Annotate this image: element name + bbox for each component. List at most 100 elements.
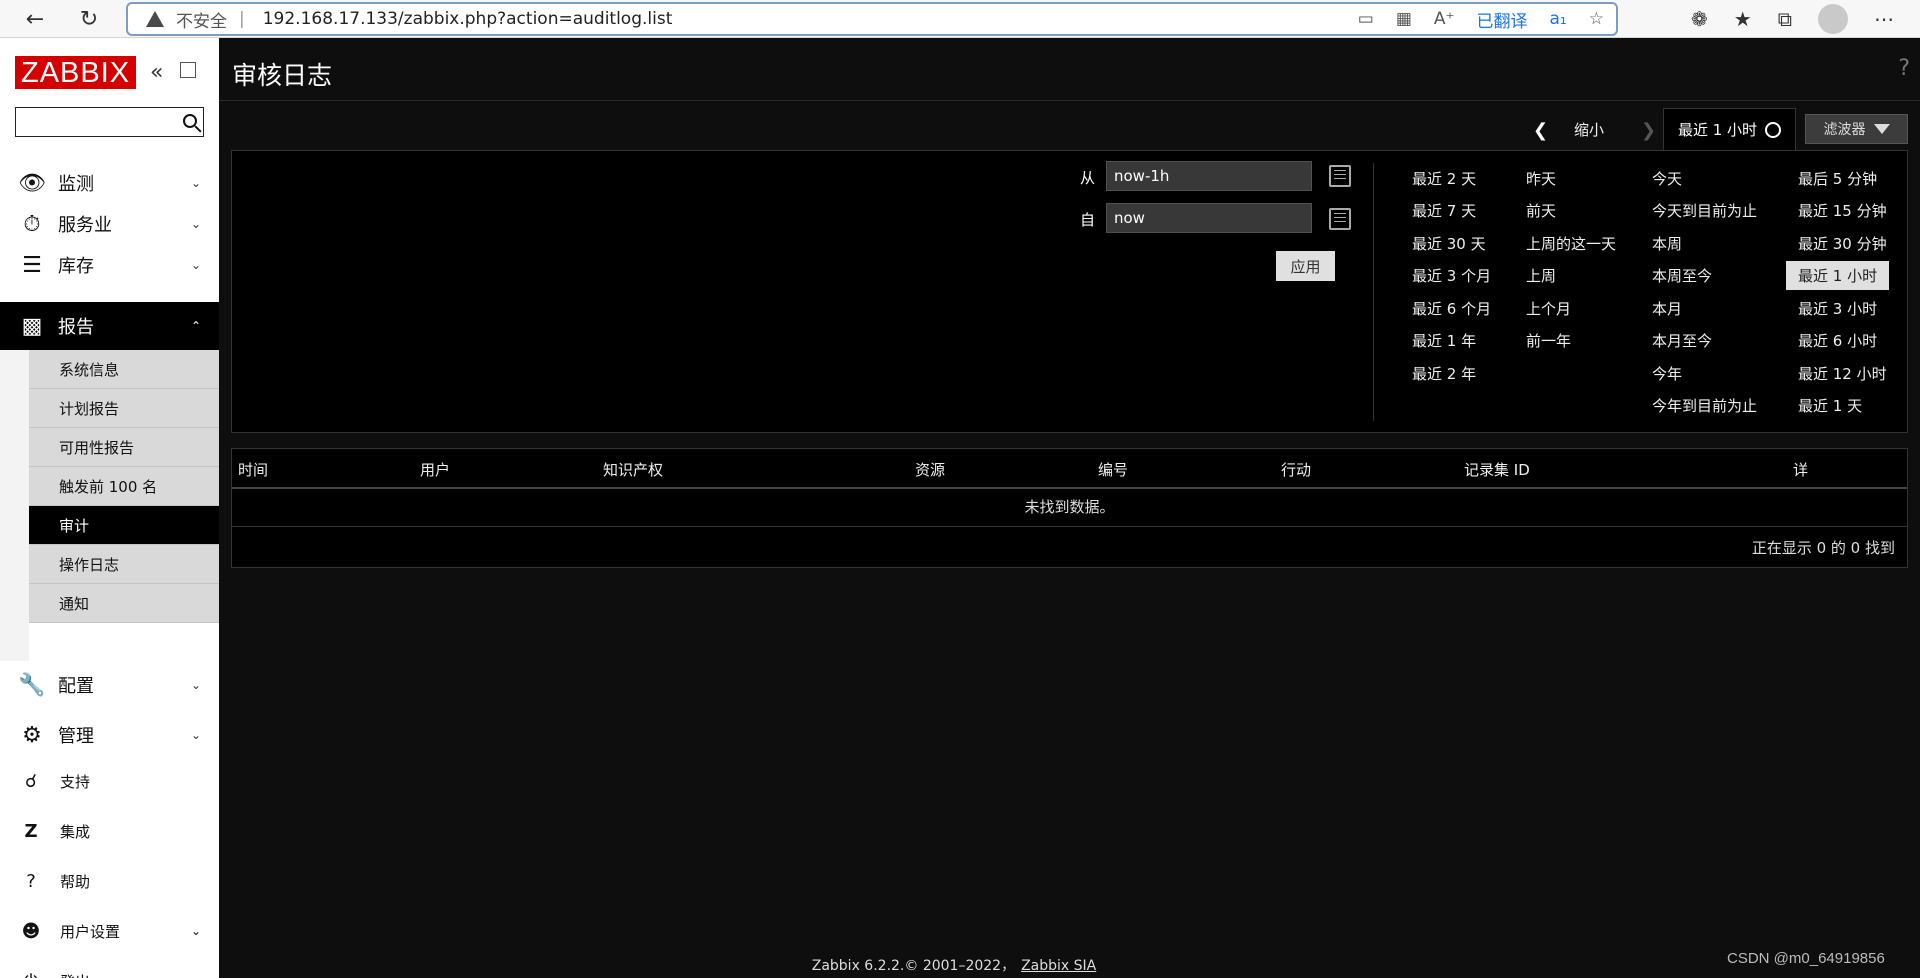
zabbix-logo[interactable]: ZABBIX bbox=[15, 56, 137, 89]
sidebar: ZABBIX « 👁 监测 ⌄ ⏱ 服务业 ⌄ ☰ 库存 ⌄ ▩ 报告 ⌃ 系统… bbox=[0, 38, 219, 978]
filter-tab[interactable]: 滤波器 bbox=[1805, 114, 1908, 144]
calendar-icon[interactable] bbox=[1329, 208, 1351, 230]
menu-inventory[interactable]: ☰ 库存 ⌄ bbox=[0, 241, 219, 289]
menu-administration[interactable]: ⚙ 管理 ⌄ bbox=[0, 711, 219, 759]
menu-label: 库存 bbox=[58, 256, 94, 277]
submenu-scheduled-reports[interactable]: 计划报告 bbox=[29, 389, 219, 428]
quick-range[interactable]: 今年 bbox=[1652, 363, 1682, 384]
quick-range[interactable]: 今年到目前为止 bbox=[1652, 395, 1757, 416]
column-header-recordset-id: 记录集 ID bbox=[1464, 461, 1530, 479]
column-header-user: 用户 bbox=[420, 461, 451, 479]
quick-range[interactable]: 最近 6 小时 bbox=[1798, 330, 1877, 351]
quick-range[interactable]: 最近 3 个月 bbox=[1412, 265, 1491, 286]
menu-label: 帮助 bbox=[60, 872, 91, 891]
submenu-top-100-triggers[interactable]: 触发前 100 名 bbox=[29, 467, 219, 506]
menu-label: 服务业 bbox=[58, 215, 112, 236]
menu-support[interactable]: ☌ 支持 bbox=[0, 761, 219, 801]
stopwatch-icon: ⏱ bbox=[23, 211, 41, 237]
quick-range[interactable]: 昨天 bbox=[1526, 168, 1556, 189]
chevron-down-icon: ⌄ bbox=[190, 258, 201, 272]
reload-icon[interactable]: ↻ bbox=[70, 0, 108, 38]
quick-range[interactable]: 最近 15 分钟 bbox=[1798, 200, 1887, 221]
quick-range[interactable]: 最后 5 分钟 bbox=[1798, 168, 1877, 189]
quick-range[interactable]: 本月至今 bbox=[1652, 330, 1712, 351]
menu-sign-out[interactable]: ⏻ 登出 bbox=[0, 961, 219, 978]
column-header-ip: 知识产权 bbox=[603, 461, 664, 479]
read-aloud-icon[interactable]: A⁺ bbox=[1434, 9, 1455, 29]
quick-range[interactable]: 本月 bbox=[1652, 298, 1682, 319]
extensions-icon[interactable]: ❁ bbox=[1691, 7, 1708, 31]
quick-range[interactable]: 本周至今 bbox=[1652, 265, 1712, 286]
menu-configuration[interactable]: 🔧 配置 ⌄ bbox=[0, 661, 219, 709]
quick-range[interactable]: 最近 12 小时 bbox=[1798, 363, 1887, 384]
menu-user-settings[interactable]: ☻ 用户设置 ⌄ bbox=[0, 911, 219, 951]
submenu-availability-report[interactable]: 可用性报告 bbox=[29, 428, 219, 467]
search-icon[interactable] bbox=[183, 114, 197, 128]
quick-range[interactable]: 最近 2 天 bbox=[1412, 168, 1476, 189]
quick-range[interactable]: 最近 30 天 bbox=[1412, 233, 1486, 254]
collapse-sidebar-icon[interactable]: « bbox=[150, 60, 163, 85]
main-content: 审核日志 ? ❮ 缩小 ❯ 最近 1 小时 滤波器 从 now-1h 自 now… bbox=[219, 38, 1920, 978]
chevron-right-icon[interactable]: ❯ bbox=[1641, 120, 1656, 141]
profile-avatar[interactable] bbox=[1818, 4, 1848, 34]
menu-reports[interactable]: ▩ 报告 ⌃ bbox=[0, 302, 219, 350]
more-icon[interactable]: ⋯ bbox=[1874, 7, 1894, 31]
column-header-details: 详 bbox=[1793, 461, 1809, 479]
quick-range[interactable]: 最近 2 年 bbox=[1412, 363, 1476, 384]
extensions-grid-icon[interactable]: ▦ bbox=[1396, 9, 1412, 29]
headset-icon: ☌ bbox=[24, 770, 38, 792]
watermark: CSDN @m0_64919856 bbox=[1727, 950, 1885, 967]
chevron-down-icon: ⌄ bbox=[190, 176, 201, 190]
quick-range[interactable]: 最近 1 年 bbox=[1412, 330, 1476, 351]
quick-range[interactable]: 上个月 bbox=[1526, 298, 1571, 319]
favorite-star-icon[interactable]: ☆ bbox=[1589, 9, 1604, 29]
column-header-time[interactable]: 时间 bbox=[238, 459, 268, 480]
quick-range[interactable]: 最近 1 天 bbox=[1798, 395, 1862, 416]
submenu-notifications[interactable]: 通知 bbox=[29, 584, 219, 623]
quick-range[interactable]: 最近 6 个月 bbox=[1412, 298, 1491, 319]
quick-range[interactable]: 最近 30 分钟 bbox=[1798, 233, 1887, 254]
search-input[interactable] bbox=[15, 107, 204, 137]
power-icon: ⏻ bbox=[16, 971, 46, 978]
quick-range[interactable]: 上周的这一天 bbox=[1526, 233, 1616, 254]
quick-range[interactable]: 前天 bbox=[1526, 200, 1556, 221]
menu-integrations[interactable]: Z 集成 bbox=[0, 811, 219, 851]
footer-link[interactable]: Zabbix SIA bbox=[1021, 958, 1096, 974]
back-icon[interactable]: ← bbox=[16, 0, 54, 38]
quick-range[interactable]: 今天到目前为止 bbox=[1652, 200, 1757, 221]
quick-range[interactable]: 前一年 bbox=[1526, 330, 1571, 351]
reports-submenu: 系统信息 计划报告 可用性报告 触发前 100 名 审计 操作日志 通知 bbox=[29, 350, 219, 623]
translated-label[interactable]: 已翻译 bbox=[1477, 7, 1528, 32]
quick-range[interactable]: 今天 bbox=[1652, 168, 1682, 189]
list-icon: ☰ bbox=[22, 252, 42, 278]
kiosk-mode-icon[interactable] bbox=[180, 62, 196, 78]
from-date-input[interactable]: now-1h bbox=[1106, 161, 1312, 191]
address-bar[interactable]: 不安全 | 192.168.17.133/zabbix.php?action=a… bbox=[126, 2, 1618, 36]
menu-label: 用户设置 bbox=[60, 922, 121, 941]
menu-label: 管理 bbox=[58, 726, 94, 747]
filter-divider bbox=[1373, 163, 1374, 421]
chevron-left-icon[interactable]: ❮ bbox=[1533, 120, 1548, 141]
calendar-icon[interactable] bbox=[1329, 165, 1351, 187]
quick-range[interactable]: 最近 3 小时 bbox=[1798, 298, 1877, 319]
submenu-audit[interactable]: 审计 bbox=[29, 506, 219, 545]
zoom-out-button[interactable]: 缩小 bbox=[1574, 119, 1604, 140]
quick-range[interactable]: 上周 bbox=[1526, 265, 1556, 286]
translate-icon[interactable]: a₁ bbox=[1550, 9, 1567, 29]
to-date-input[interactable]: now bbox=[1106, 203, 1312, 233]
submenu-system-info[interactable]: 系统信息 bbox=[29, 350, 219, 389]
time-range-tab[interactable]: 最近 1 小时 bbox=[1663, 108, 1796, 150]
help-icon[interactable]: ? bbox=[1898, 56, 1910, 81]
apply-button[interactable]: 应用 bbox=[1276, 251, 1335, 281]
clock-icon bbox=[1765, 121, 1782, 138]
menu-help[interactable]: ? 帮助 bbox=[0, 861, 219, 901]
quick-range[interactable]: 最近 7 天 bbox=[1412, 200, 1476, 221]
favorites-icon[interactable]: ★ bbox=[1734, 7, 1752, 31]
submenu-action-log[interactable]: 操作日志 bbox=[29, 545, 219, 584]
app-available-icon[interactable]: ▭ bbox=[1358, 9, 1374, 29]
quick-range-selected[interactable]: 最近 1 小时 bbox=[1786, 261, 1890, 290]
collections-icon[interactable]: ⧉ bbox=[1778, 7, 1792, 31]
from-label: 从 bbox=[1080, 169, 1096, 187]
quick-range[interactable]: 本周 bbox=[1652, 233, 1682, 254]
filter-tabs: ❮ 缩小 ❯ 最近 1 小时 滤波器 bbox=[219, 108, 1908, 150]
